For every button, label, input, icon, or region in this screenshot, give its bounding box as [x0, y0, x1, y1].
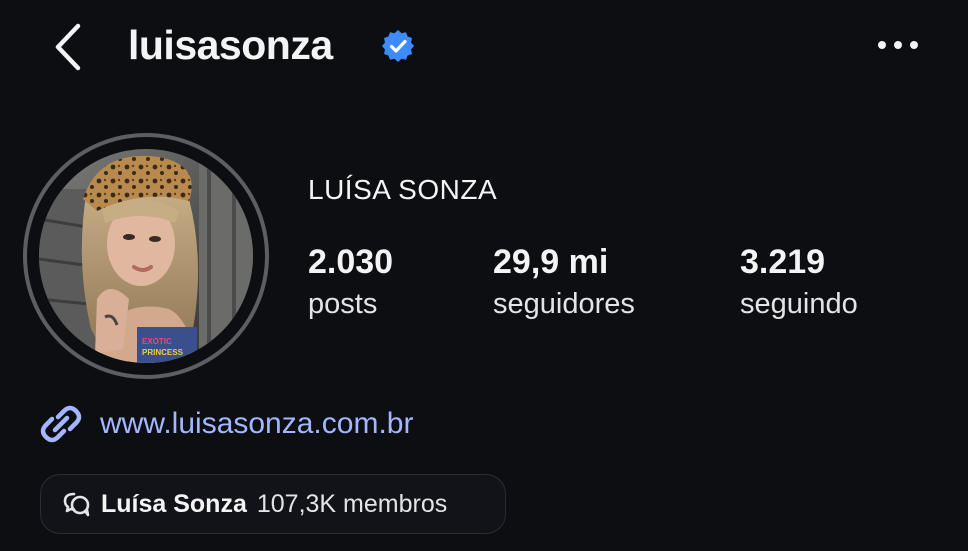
- stat-followers-label: seguidores: [493, 288, 635, 320]
- stat-following[interactable]: 3.219 seguindo: [740, 240, 858, 324]
- profile-display-name: LUÍSA SONZA: [308, 174, 498, 205]
- stat-following-value: 3.219: [740, 243, 826, 281]
- stat-posts-label: posts: [308, 288, 378, 320]
- more-options-button[interactable]: [872, 30, 924, 60]
- stat-following-label: seguindo: [740, 288, 858, 320]
- chevron-left-icon: [55, 23, 81, 71]
- more-horizontal-icon: [878, 41, 918, 49]
- avatar-shirt-text: EXOTIC: [142, 337, 172, 346]
- stat-followers-value: 29,9 mi: [493, 243, 609, 281]
- link-icon: [40, 405, 82, 443]
- back-button[interactable]: [46, 20, 94, 74]
- profile-username: luisasonza: [128, 22, 333, 68]
- stat-posts[interactable]: 2.030 posts: [308, 240, 393, 324]
- svg-text:PRINCESS: PRINCESS: [142, 348, 184, 357]
- channel-members-count: 107,3K membros: [256, 489, 448, 518]
- website-link-text: www.luisasonza.com.br: [100, 407, 414, 440]
- chat-bubbles-icon: [63, 492, 90, 517]
- stat-posts-value: 2.030: [308, 243, 394, 281]
- website-link[interactable]: www.luisasonza.com.br: [38, 398, 413, 450]
- channel-name: Luísa Sonza: [101, 489, 247, 518]
- profile-page: luisasonza EXOTIC PRINCESS LUÍSA SONZA 2…: [0, 0, 968, 551]
- verified-badge-icon: [382, 30, 414, 62]
- avatar[interactable]: EXOTIC PRINCESS: [39, 149, 253, 363]
- stat-followers[interactable]: 29,9 mi seguidores: [493, 240, 635, 324]
- avatar-photo: EXOTIC PRINCESS: [39, 149, 253, 363]
- broadcast-channel-button[interactable]: Luísa Sonza 107,3K membros: [40, 474, 506, 534]
